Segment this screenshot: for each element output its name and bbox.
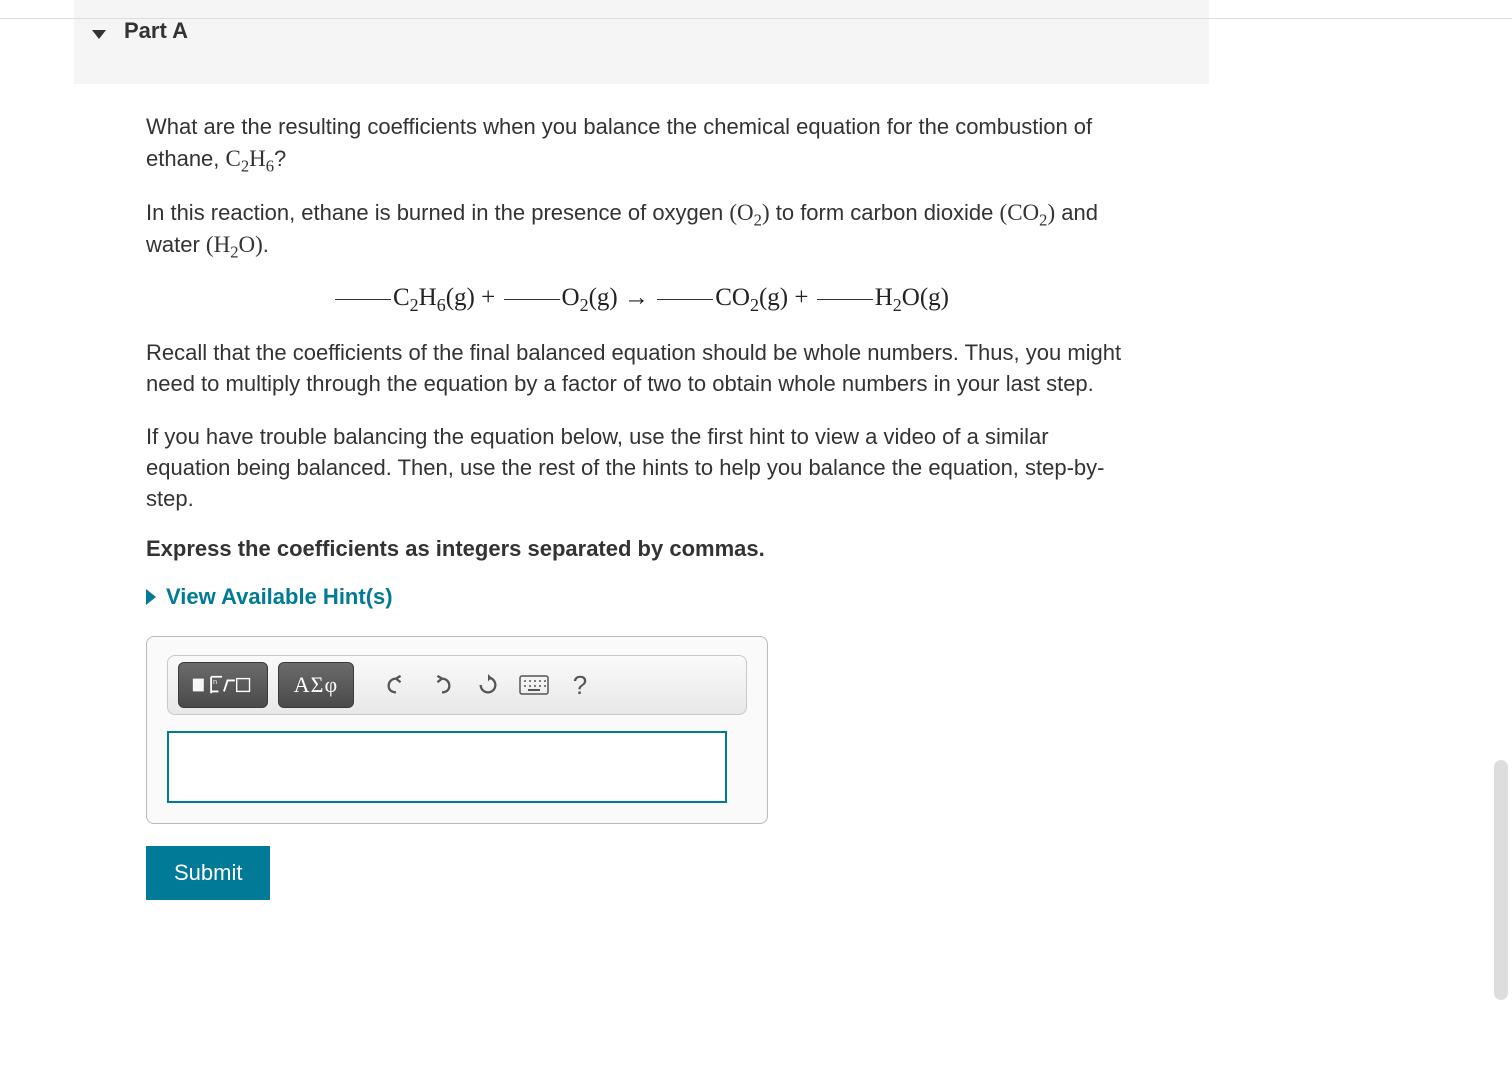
question-content: What are the resulting coefficients when… (74, 84, 1136, 900)
p2-mid: to form carbon dioxide (770, 200, 1000, 225)
caret-right-icon (146, 589, 156, 605)
h2o-formula: (H2O) (206, 232, 263, 257)
redo-button[interactable] (424, 667, 460, 703)
question-paragraph-3: Recall that the coefficients of the fina… (146, 338, 1136, 400)
answer-box: n ΑΣφ (146, 636, 768, 824)
scrollbar-thumb[interactable] (1494, 760, 1508, 1000)
o2-formula: (O2) (729, 200, 769, 225)
eq-arrow: → (618, 284, 656, 311)
p1-prefix: What are the resulting coefficients when… (146, 114, 1092, 171)
answer-instruction: Express the coefficients as integers sep… (146, 536, 1136, 562)
greek-symbols-button[interactable]: ΑΣφ (278, 662, 354, 708)
reset-icon (477, 674, 499, 696)
svg-text:n: n (213, 677, 217, 686)
eq-h2o: H2O(g) (875, 284, 949, 311)
p1-suffix: ? (274, 146, 286, 171)
templates-icon: n (191, 670, 255, 700)
redo-icon (431, 674, 453, 696)
keyboard-icon (519, 675, 549, 695)
p2-prefix: In this reaction, ethane is burned in th… (146, 200, 729, 225)
hints-label: View Available Hint(s) (166, 584, 393, 610)
submit-button[interactable]: Submit (146, 846, 270, 900)
question-paragraph-2: In this reaction, ethane is burned in th… (146, 197, 1136, 261)
part-title: Part A (124, 18, 188, 44)
part-header[interactable]: Part A (74, 0, 1209, 84)
caret-down-icon (92, 30, 106, 39)
eq-plus-1: + (475, 284, 502, 311)
blank-4 (817, 299, 873, 300)
answer-input[interactable] (167, 731, 727, 803)
chemical-equation: C2H6(g) + O2(g) → CO2(g) + H2O(g) (146, 283, 1136, 312)
blank-3 (657, 299, 713, 300)
blank-1 (335, 299, 391, 300)
question-container: Part A What are the resulting coefficien… (74, 0, 1209, 900)
equation-toolbar: n ΑΣφ (167, 655, 747, 715)
reset-button[interactable] (470, 667, 506, 703)
top-divider (0, 18, 1512, 19)
undo-icon (385, 674, 407, 696)
eq-co2: CO2(g) (715, 284, 788, 311)
view-hints-toggle[interactable]: View Available Hint(s) (146, 584, 1136, 610)
eq-o2: O2(g) (562, 284, 618, 311)
blank-2 (504, 299, 560, 300)
co2-formula: (CO2) (1000, 200, 1056, 225)
question-paragraph-1: What are the resulting coefficients when… (146, 112, 1136, 175)
help-button[interactable]: ? (562, 667, 598, 703)
ethane-formula: C2H6 (226, 146, 275, 171)
p2-end: . (263, 232, 269, 257)
undo-button[interactable] (378, 667, 414, 703)
math-templates-button[interactable]: n (178, 662, 268, 708)
eq-ethane: C2H6(g) (393, 284, 475, 311)
keyboard-button[interactable] (516, 667, 552, 703)
eq-plus-2: + (788, 284, 815, 311)
question-paragraph-4: If you have trouble balancing the equati… (146, 422, 1136, 514)
